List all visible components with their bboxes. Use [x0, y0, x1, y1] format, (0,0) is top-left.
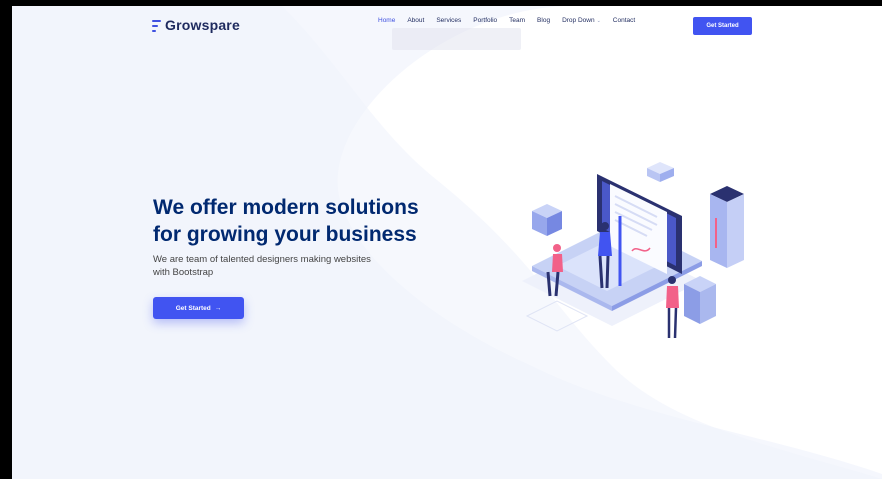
hero-title-line: for growing your business	[153, 223, 417, 246]
nav-item-blog[interactable]: Blog	[531, 17, 556, 24]
hero-title: We offer modern solutions for growing yo…	[153, 194, 453, 248]
nav-label: Home	[378, 17, 396, 24]
nav-item-dropdown[interactable]: Drop Down ⌄	[556, 17, 607, 24]
nav-label: Blog	[537, 17, 551, 24]
nav-item-about[interactable]: About	[401, 17, 430, 24]
nav-label: Contact	[612, 17, 636, 24]
logo[interactable]: Growspare	[152, 17, 240, 33]
hero-illustration	[522, 162, 744, 339]
button-label: Get Started	[175, 304, 211, 312]
menu-lines-icon	[152, 19, 161, 32]
nav-item-services[interactable]: Services	[430, 17, 467, 24]
chevron-down-icon: ⌄	[596, 17, 601, 24]
logo-text: Growspare	[165, 17, 240, 33]
nav-label: About	[407, 17, 425, 24]
navbar: Home About Services Portfolio Team Blog …	[372, 17, 641, 24]
arrow-right-icon: →	[214, 304, 222, 312]
nav-item-portfolio[interactable]: Portfolio	[467, 17, 503, 24]
header: Growspare Home About Services Portfolio …	[12, 6, 882, 46]
nav-label: Drop Down	[562, 17, 595, 24]
hero-subtitle-line: We are team of talented designers making…	[153, 254, 371, 265]
nav-label: Team	[509, 17, 526, 24]
nav-label: Services	[436, 17, 462, 24]
nav-label: Portfolio	[473, 17, 498, 24]
page: Growspare Home About Services Portfolio …	[12, 6, 882, 479]
nav-item-contact[interactable]: Contact	[607, 17, 641, 24]
get-started-hero-button[interactable]: Get Started →	[153, 297, 244, 319]
hero-subtitle: We are team of talented designers making…	[153, 254, 453, 279]
hero-subtitle-line: with Bootstrap	[153, 266, 214, 278]
hero-title-line: We offer modern solutions	[153, 196, 419, 219]
nav-item-team[interactable]: Team	[503, 17, 531, 24]
nav-item-home[interactable]: Home	[372, 17, 401, 24]
get-started-nav-button[interactable]: Get Started	[693, 17, 752, 35]
